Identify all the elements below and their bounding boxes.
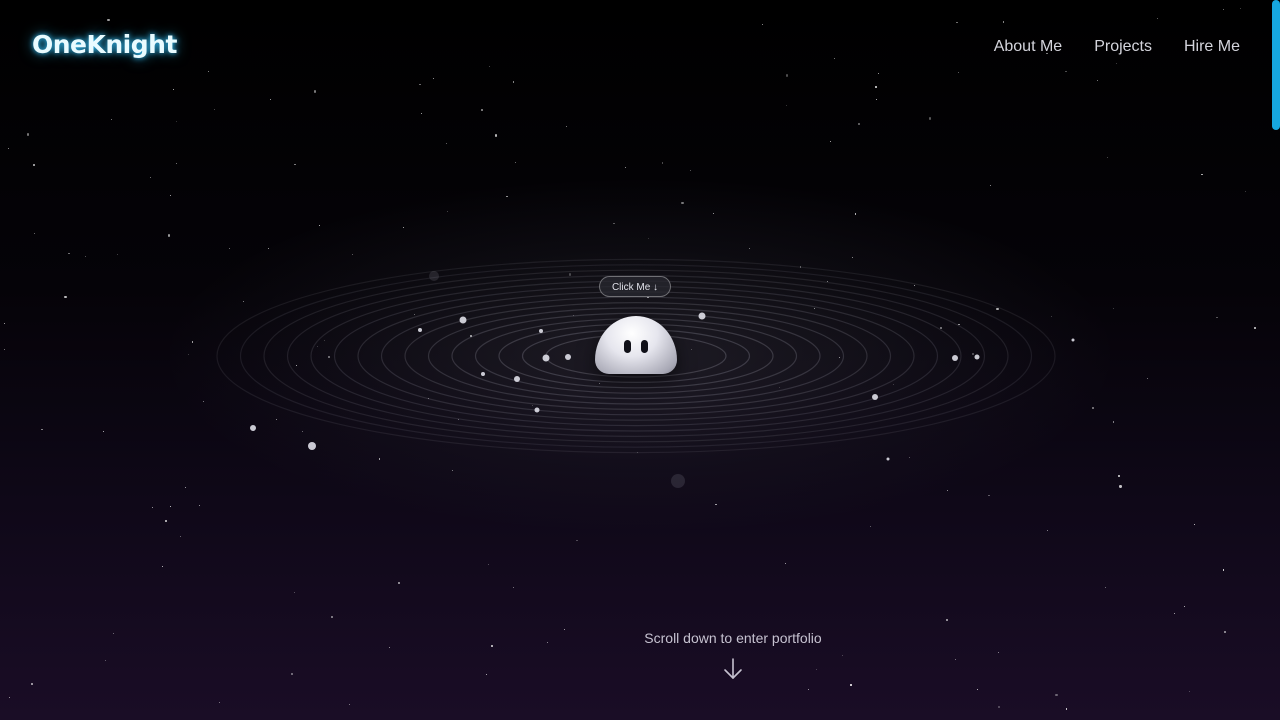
nav-hire-me[interactable]: Hire Me bbox=[1184, 38, 1240, 56]
orbit-planet bbox=[539, 329, 543, 333]
orbit-planet bbox=[886, 457, 890, 461]
logo[interactable]: OneKnight bbox=[32, 30, 177, 59]
arrow-down-icon[interactable] bbox=[722, 657, 744, 681]
orbit-planet bbox=[481, 372, 485, 376]
nav-projects[interactable]: Projects bbox=[1094, 38, 1152, 56]
mascot-right-eye bbox=[641, 340, 648, 353]
orbit-planet bbox=[872, 394, 878, 400]
orbit-planet bbox=[534, 407, 540, 413]
mascot-left-eye bbox=[624, 340, 631, 353]
orbit-planet bbox=[698, 312, 706, 320]
orbit-planet bbox=[429, 271, 439, 281]
orbit-planet bbox=[542, 354, 550, 362]
orbit-planet bbox=[671, 474, 685, 488]
nav-about-me[interactable]: About Me bbox=[994, 38, 1062, 56]
orbit-planet bbox=[974, 354, 980, 360]
orbit-planet bbox=[952, 355, 958, 361]
orbit-planet bbox=[250, 425, 256, 431]
click-me-button[interactable]: Click Me ↓ bbox=[599, 276, 671, 297]
orbit-planet bbox=[565, 354, 571, 360]
scrollbar-thumb[interactable] bbox=[1272, 0, 1280, 130]
orbit-planet bbox=[308, 442, 316, 450]
hero-scene: OneKnight About Me Projects Hire Me Clic… bbox=[0, 0, 1280, 720]
orbit-planet bbox=[514, 376, 520, 382]
orbit-planet bbox=[418, 328, 422, 332]
orbit-planet bbox=[1071, 338, 1075, 342]
scroll-hint-text: Scroll down to enter portfolio bbox=[644, 630, 822, 646]
main-nav: About Me Projects Hire Me bbox=[994, 38, 1240, 56]
orbit-planet bbox=[459, 316, 467, 324]
